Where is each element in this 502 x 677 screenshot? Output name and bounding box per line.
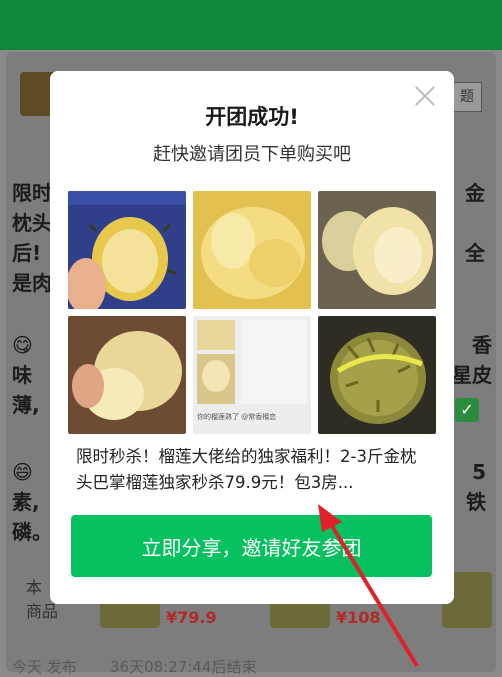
durian-image [68,316,186,434]
bg-paragraph-1: 限时 枕头 后! 是肉 [12,181,52,295]
top-bar [0,0,502,50]
durian-image [318,191,436,309]
bg-paragraph-3-right: 5 铁 [466,460,486,514]
durian-image [193,191,311,309]
product-description: 限时秒杀！榴莲大佬给的独家福利！2-3斤金枕头巴掌榴莲独家秒杀79.9元！包3房… [76,447,417,492]
durian-image [68,191,186,309]
check-icon: ✓ [455,398,479,422]
durian-image [318,316,436,434]
goods-price-1: ¥79.9 [166,608,217,627]
durian-photo-1[interactable] [68,191,186,309]
durian-photo-5[interactable]: 你的榴莲熟了 @常香榴恋 [193,316,311,434]
durian-photo-2[interactable] [193,191,311,309]
bg-paragraph-1-right: 金 全 [465,181,485,265]
side-button[interactable]: 题 [452,82,482,112]
bg-paragraph-2-right: 香 星皮 [452,333,492,387]
screenshot-caption: 你的榴莲熟了 @常香榴恋 [197,413,277,421]
modal-subtitle: 赶快邀请团员下单购买吧 [153,144,351,165]
publish-time: 今天 发布 [12,658,77,676]
group-success-modal: 开团成功! 赶快邀请团员下单购买吧 你的榴莲熟了 @常香榴恋 限时秒杀！榴莲大佬… [50,71,454,604]
bg-paragraph-3: 😄 素, 磷。 [12,460,52,544]
countdown: 36天08:27:44后结束 [110,658,257,676]
durian-photo-6[interactable] [318,316,436,434]
durian-photo-4[interactable] [68,316,186,434]
durian-photo-3[interactable] [318,191,436,309]
bg-paragraph-2: 😋 味 薄, [12,333,40,417]
share-invite-button[interactable]: 立即分享，邀请好友参团 [71,515,432,577]
goods-price-2: ¥108 [336,608,381,627]
modal-title: 开团成功! [205,105,299,129]
